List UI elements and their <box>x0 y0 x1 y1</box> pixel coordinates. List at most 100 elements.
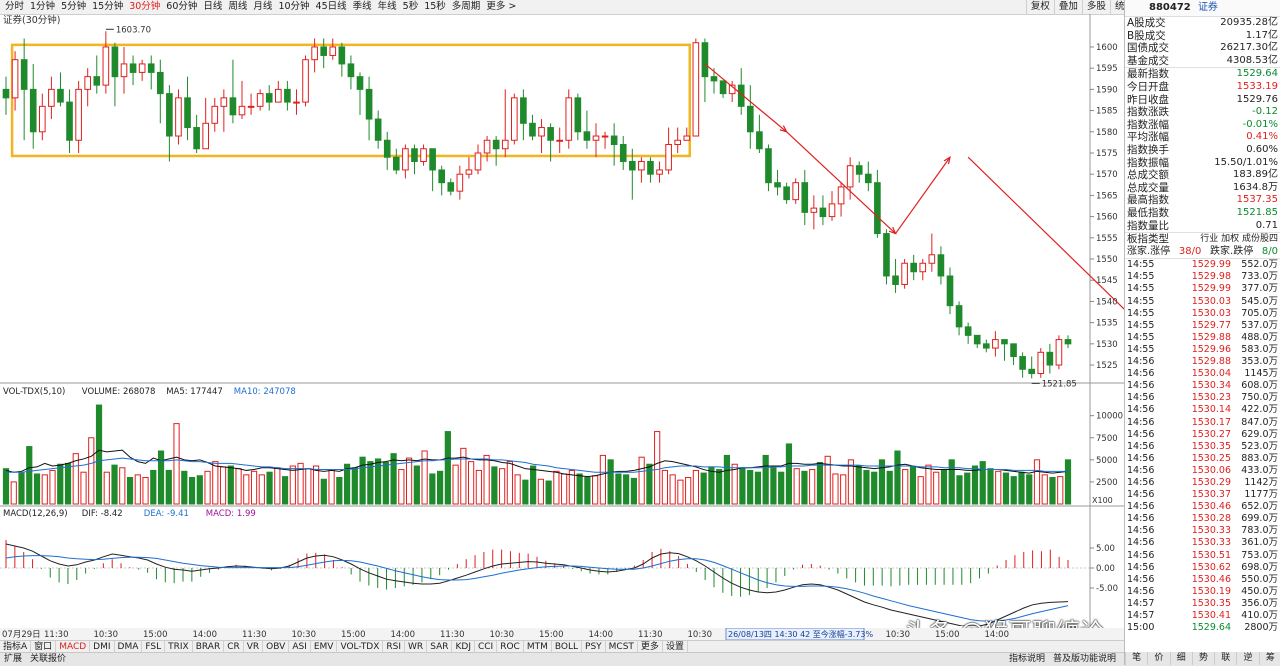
sector-options[interactable]: 行业 加权 成份股四 <box>1200 233 1278 246</box>
tick-price: 1529.77 <box>1191 319 1231 331</box>
period-tab-15[interactable]: 多周期 <box>449 0 484 14</box>
volume-bar <box>1018 471 1025 505</box>
tick-row: 14:56 1530.46 652.0万 <box>1125 501 1280 513</box>
tick-row: 14:56 1530.25 883.0万 <box>1125 453 1280 465</box>
period-tab-3[interactable]: 15分钟 <box>89 0 126 14</box>
panel-tab-4[interactable]: 联 <box>1214 652 1236 665</box>
period-tab-6[interactable]: 日线 <box>200 0 225 14</box>
summary-value: 26217.30亿 <box>1220 42 1278 54</box>
volume-bar <box>537 478 544 505</box>
candle-body <box>774 182 781 188</box>
summary-row: 国债成交 26217.30亿 <box>1125 42 1280 55</box>
related-quote-button[interactable]: 关联报价 <box>26 653 70 666</box>
stat-label: 今日开盘 <box>1127 80 1169 93</box>
stock-name[interactable]: 证券 <box>1198 2 1218 13</box>
macd-header-name: MACD(12,26,9) <box>3 509 68 519</box>
tool-button-1[interactable]: 叠加 <box>1053 0 1082 14</box>
period-tab-13[interactable]: 5秒 <box>400 0 422 14</box>
volume-axis-label: 5000 <box>1096 456 1118 466</box>
sector-label: 板指类型 <box>1127 233 1169 246</box>
summary-label: B股成交 <box>1127 29 1166 42</box>
candle-body <box>501 139 509 150</box>
price-axis-label: 1600 <box>1096 43 1118 53</box>
kline-chart[interactable]: 1600 1595 1590 1585 1580 1575 1570 1565 1560 1555… <box>0 14 1251 629</box>
tick-volume: 356.0万 <box>1241 597 1278 609</box>
panel-tab-6[interactable]: 筹 <box>1258 652 1280 665</box>
chart-area[interactable]: 1600 1595 1590 1585 1580 1575 1570 1565 1560 1555… <box>0 14 1251 629</box>
period-tab-12[interactable]: 年线 <box>375 0 400 14</box>
tick-time: 14:55 <box>1127 259 1155 271</box>
period-tab-7[interactable]: 周线 <box>225 0 250 14</box>
volume-bar <box>111 464 118 505</box>
time-axis-label: 10:30 <box>292 630 317 640</box>
volume-bar <box>320 478 327 505</box>
volume-bar <box>499 468 506 505</box>
tick-price: 1530.28 <box>1191 513 1231 525</box>
volume-bar <box>491 466 498 505</box>
volume-bar <box>227 465 234 505</box>
period-tab-1[interactable]: 1分钟 <box>27 0 58 14</box>
indicator-help-link[interactable]: 指标说明 <box>1005 653 1049 666</box>
tick-list[interactable]: 14:55 1529.99 552.0万 14:55 1529.98 733.0万 14:5… <box>1125 259 1280 634</box>
macd-axis-label: 0.00 <box>1096 564 1115 574</box>
volume-bar <box>987 468 994 505</box>
candle-body <box>374 118 382 141</box>
summary-row: A股成交 20935.28亿 <box>1125 17 1280 30</box>
period-tab-14[interactable]: 15秒 <box>421 0 449 14</box>
summary-label: 基金成交 <box>1127 54 1169 67</box>
tool-button-0[interactable]: 复权 <box>1025 0 1054 14</box>
stat-label: 指数涨幅 <box>1127 118 1169 131</box>
panel-tab-5[interactable]: 逆 <box>1236 652 1258 665</box>
period-tab-0[interactable]: 分时 <box>2 0 27 14</box>
panel-tab-2[interactable]: 细 <box>1169 652 1192 665</box>
period-tab-16[interactable]: 更多 > <box>483 0 519 14</box>
candle-body <box>710 76 718 82</box>
candle-body <box>610 135 618 146</box>
candle-body <box>1037 351 1045 375</box>
volume-bar <box>80 471 87 505</box>
period-tab-4[interactable]: 30分钟 <box>126 0 163 14</box>
index-stats: 最新指数 1529.64 今日开盘 1533.19 昨日收盘 1529.76 指数涨跌 -0.… <box>1125 68 1280 232</box>
tick-price: 1530.25 <box>1191 452 1231 464</box>
stat-value: 0.71 <box>1255 219 1278 231</box>
candle-body <box>238 105 246 116</box>
volume-bar <box>661 469 669 505</box>
edition-help-link[interactable]: 普及版功能说明 <box>1049 653 1120 666</box>
volume-bar <box>336 477 343 505</box>
candle-body <box>1001 339 1008 345</box>
tick-time: 14:56 <box>1127 525 1155 537</box>
period-tab-9[interactable]: 10分钟 <box>275 0 312 14</box>
tick-time: 14:57 <box>1127 597 1155 609</box>
stat-row: 平均涨幅 0.41% <box>1125 131 1280 144</box>
volume-bar <box>599 454 606 505</box>
volume-bar <box>654 431 661 505</box>
candle-body <box>84 76 92 90</box>
volume-bar <box>785 443 793 505</box>
volume-bar <box>258 474 265 505</box>
time-axis-label: 15:00 <box>341 630 366 640</box>
panel-tab-0[interactable]: 笔 <box>1125 652 1147 665</box>
crosshair-info: 26/08/13四 14:30 42 至今涨幅-3.73% <box>728 629 873 639</box>
high-price-label: 1603.70 <box>116 25 151 35</box>
panel-tab-3[interactable]: 势 <box>1191 652 1214 665</box>
volume-bar <box>351 467 358 505</box>
volume-bar <box>398 469 405 505</box>
volume-bar <box>235 468 242 505</box>
tool-button-2[interactable]: 多股 <box>1081 0 1110 14</box>
panel-tab-1[interactable]: 价 <box>1147 652 1169 665</box>
period-tab-10[interactable]: 45日线 <box>313 0 350 14</box>
tick-price: 1529.99 <box>1191 259 1231 271</box>
tick-row: 15:00 1529.64 2800万 <box>1125 622 1280 634</box>
period-tab-11[interactable]: 季线 <box>350 0 375 14</box>
expand-button[interactable]: 扩展 <box>0 653 26 666</box>
volume-bar <box>917 476 924 505</box>
period-tab-5[interactable]: 60分钟 <box>163 0 200 14</box>
period-tab-2[interactable]: 5分钟 <box>58 0 89 14</box>
volume-bar <box>824 455 831 505</box>
stat-label: 指数量比 <box>1127 219 1169 232</box>
trend-line <box>704 63 787 133</box>
stat-label: 平均涨幅 <box>1127 131 1169 144</box>
period-tab-8[interactable]: 月线 <box>250 0 275 14</box>
volume-bar <box>429 473 436 505</box>
price-axis-label: 1575 <box>1096 149 1118 159</box>
